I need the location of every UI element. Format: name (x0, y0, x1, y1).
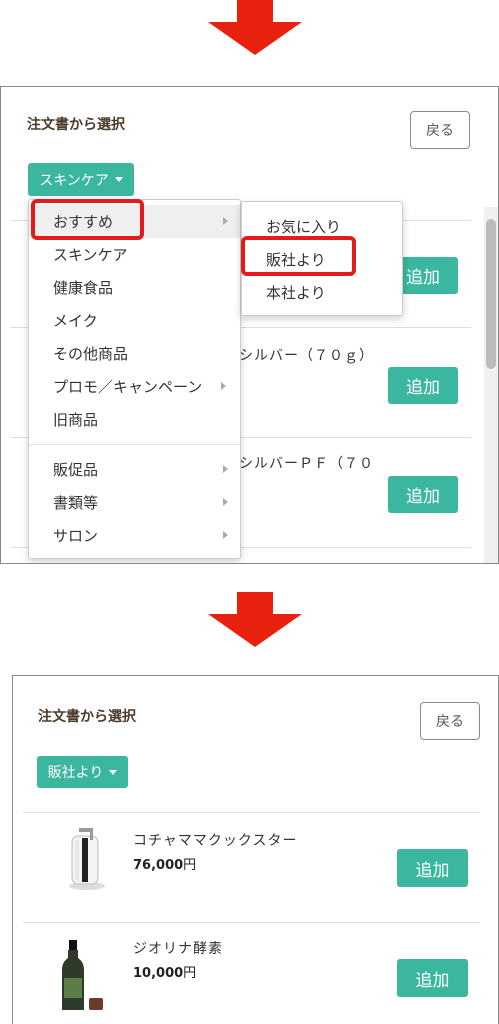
menu-item-other-products[interactable]: その他商品 (29, 337, 240, 370)
highlight-box (241, 236, 356, 276)
product-price: 10,000円 (133, 966, 197, 981)
down-arrow-icon (208, 592, 302, 647)
category-dropdown-label: スキンケア (39, 172, 109, 189)
chevron-right-icon (221, 382, 226, 390)
chevron-right-icon (223, 465, 228, 473)
before-panel: 注文書から選択 戻る スキンケア 追加 追加 追加 シルバー（７０ｇ） シルバー… (0, 86, 499, 564)
back-button[interactable]: 戻る (420, 702, 480, 740)
page-title: 注文書から選択 (27, 117, 125, 133)
menu-divider (29, 444, 240, 445)
category-dropdown-label: 販社より (47, 765, 104, 781)
caret-down-icon (109, 769, 118, 775)
add-button[interactable]: 追加 (397, 959, 468, 997)
product-image-water-purifier (69, 828, 105, 890)
category-dropdown-button[interactable]: スキンケア (28, 163, 134, 196)
product-name: ジオリナ酵素 (133, 941, 223, 957)
menu-item-salon[interactable]: サロン (29, 519, 240, 552)
menu-item-skincare[interactable]: スキンケア (29, 238, 240, 271)
product-name: シルバー（７０ｇ） (239, 348, 374, 364)
category-dropdown-button[interactable]: 販社より (37, 756, 128, 788)
add-button[interactable]: 追加 (388, 367, 458, 404)
menu-item-documents[interactable]: 書類等 (29, 486, 240, 519)
add-button[interactable]: 追加 (388, 476, 458, 513)
product-name: シルバーＰＦ（７０ (239, 456, 374, 472)
menu-item-health-food[interactable]: 健康食品 (29, 271, 240, 304)
category-menu: おすすめ スキンケア 健康食品 メイク その他商品 プロモ／キャンペーン 旧商品… (28, 199, 241, 559)
highlight-box (31, 199, 144, 240)
scrollbar-thumb[interactable] (486, 219, 496, 369)
menu-item-sales-promo[interactable]: 販促品 (29, 453, 240, 486)
product-image-enzyme-bottle (62, 940, 103, 1010)
chevron-right-icon (223, 531, 228, 539)
down-arrow-icon (208, 0, 302, 55)
chevron-right-icon (223, 498, 228, 506)
page-title: 注文書から選択 (38, 709, 136, 725)
back-button[interactable]: 戻る (410, 111, 470, 149)
menu-item-makeup[interactable]: メイク (29, 304, 240, 337)
menu-item-promo[interactable]: プロモ／キャンペーン (29, 370, 240, 403)
add-button[interactable]: 追加 (397, 849, 468, 887)
product-name: コチャママクックスター (133, 833, 298, 849)
product-price: 76,000円 (133, 858, 197, 873)
after-panel: 注文書から選択 戻る 販社より コチャママクックスター 76,000円 追加 ジ… (12, 675, 499, 1024)
submenu-item-from-headquarters[interactable]: 本社より (242, 276, 402, 309)
caret-down-icon (114, 177, 123, 182)
menu-item-old-products[interactable]: 旧商品 (29, 403, 240, 436)
chevron-right-icon (223, 217, 228, 225)
